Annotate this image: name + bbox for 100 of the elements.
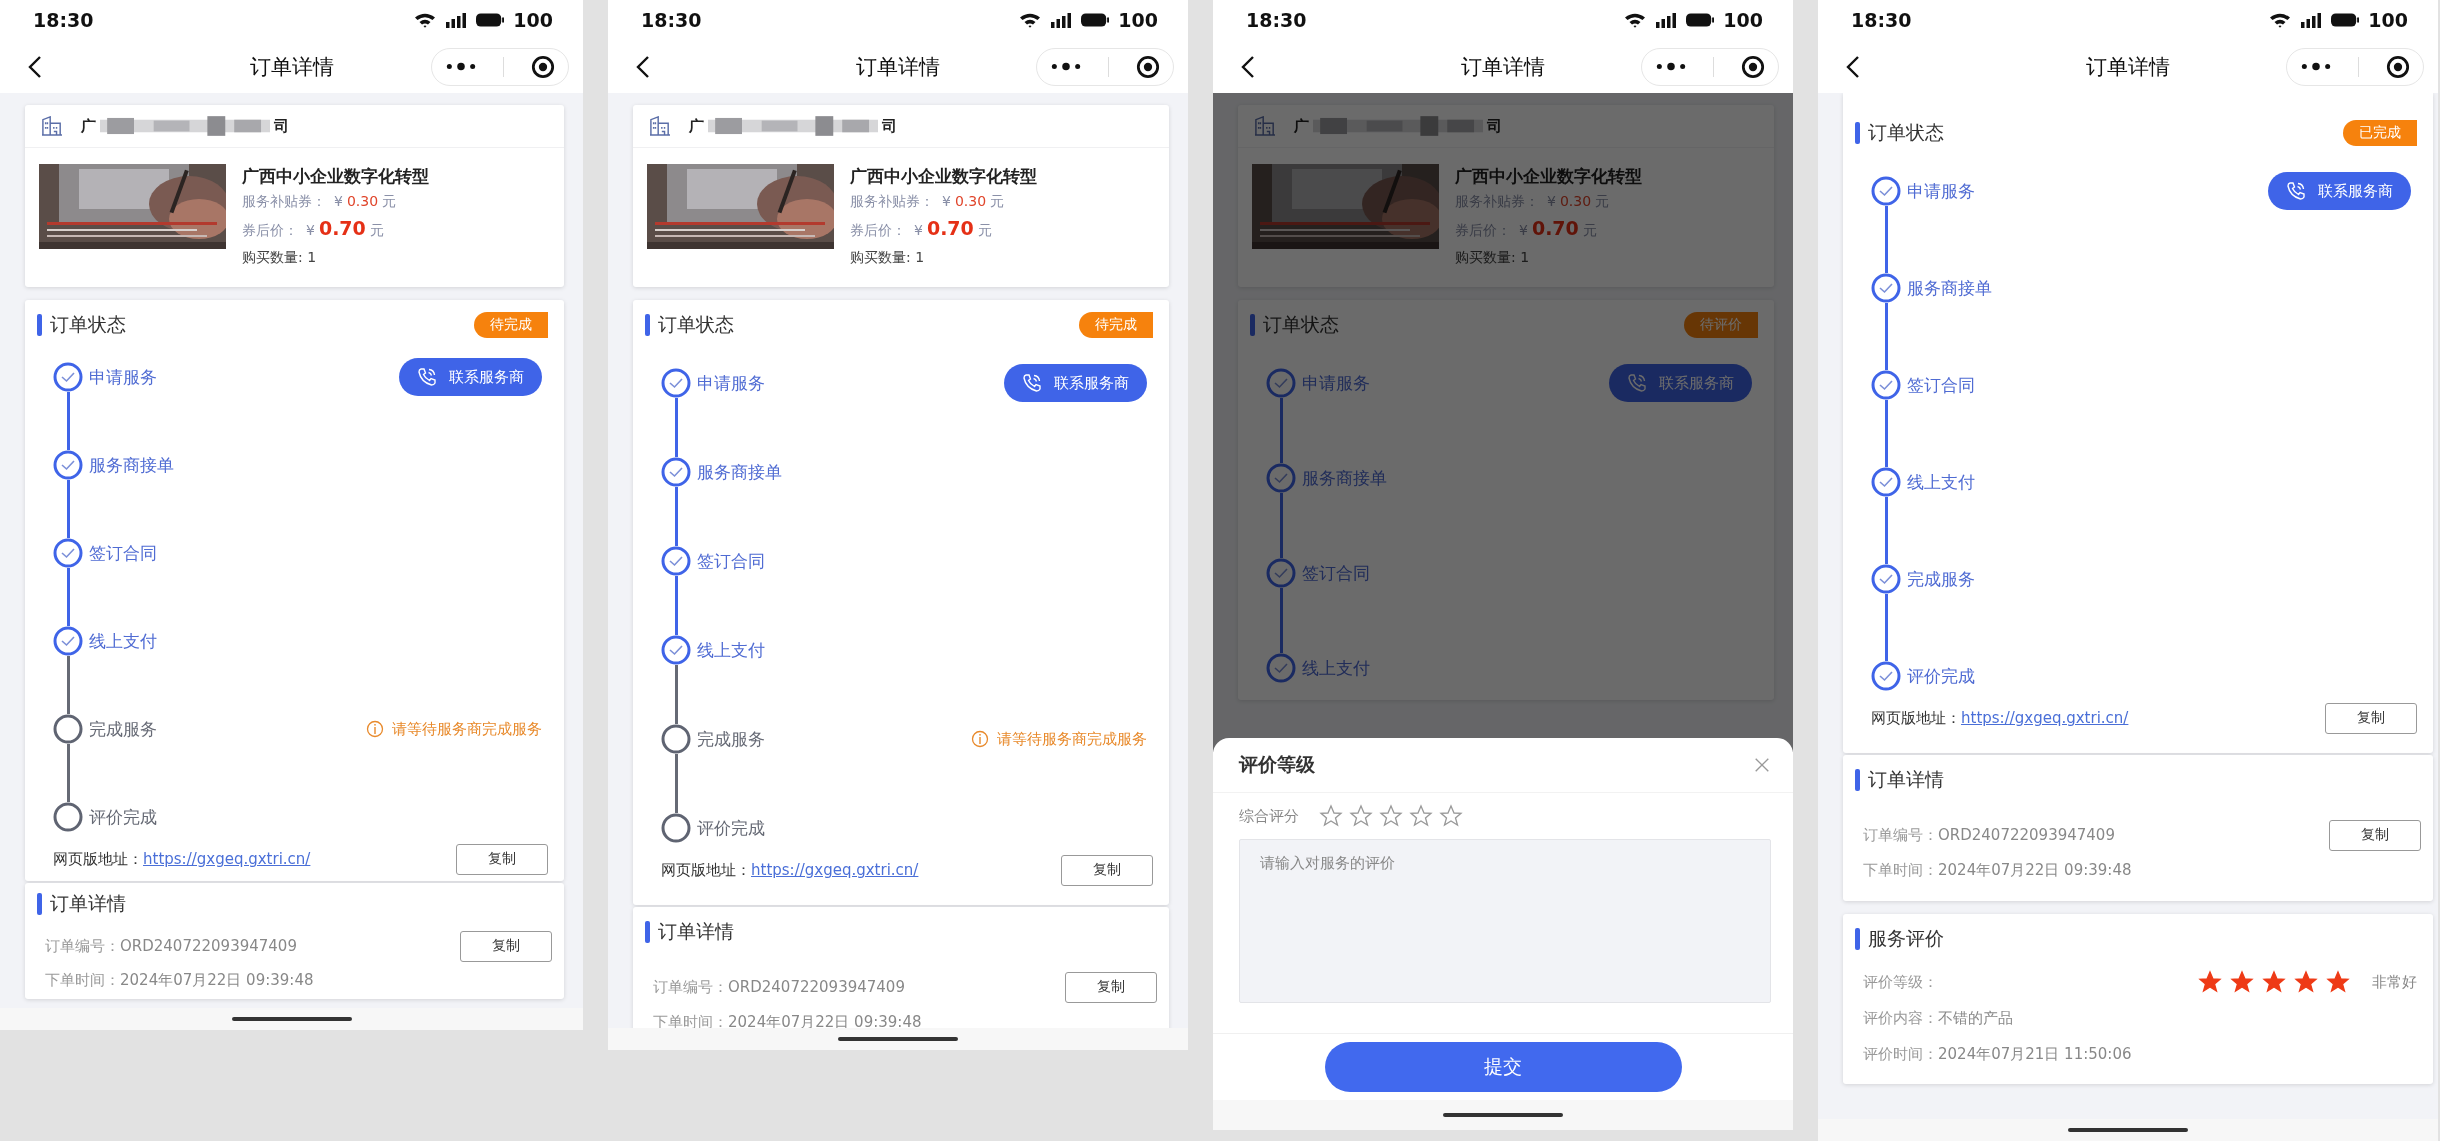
building-icon bbox=[649, 116, 671, 136]
page-title: 订单详情 bbox=[1461, 53, 1545, 81]
field-value: ORD240722093947409 bbox=[1938, 826, 2115, 844]
step-label: 线上支付 bbox=[697, 638, 765, 662]
back-icon[interactable] bbox=[28, 54, 42, 79]
price-label: 服务补贴券： bbox=[242, 192, 326, 211]
company-name: 广 bbox=[1294, 116, 1309, 136]
status-time: 18:30 bbox=[641, 9, 702, 31]
timeline-line bbox=[66, 392, 70, 450]
timeline-line bbox=[1884, 206, 1888, 273]
price-value: 0.70 bbox=[926, 216, 974, 241]
field-value: ORD240722093947409 bbox=[120, 937, 297, 955]
star-icon[interactable] bbox=[1409, 804, 1433, 828]
star-icon bbox=[2230, 970, 2254, 994]
star-icon[interactable] bbox=[1439, 804, 1463, 828]
company-name: 广 bbox=[81, 116, 96, 136]
copy-button[interactable]: 复制 bbox=[460, 930, 552, 962]
status-time: 18:30 bbox=[33, 9, 94, 31]
wifi-icon bbox=[2269, 12, 2292, 28]
step-label: 签订合同 bbox=[697, 549, 765, 573]
timeline-line bbox=[674, 754, 678, 813]
back-icon[interactable] bbox=[1241, 54, 1255, 79]
back-icon[interactable] bbox=[636, 54, 650, 79]
company-name: 司 bbox=[1487, 116, 1502, 136]
field-value: 2024年07月21日 11:50:06 bbox=[1938, 1044, 2132, 1064]
target-icon[interactable] bbox=[2385, 54, 2410, 79]
more-icon[interactable] bbox=[445, 62, 476, 71]
section-marker bbox=[645, 921, 650, 943]
price-value: 0.70 bbox=[1531, 216, 1579, 241]
page-title: 订单详情 bbox=[2086, 53, 2170, 81]
timeline-line bbox=[1279, 588, 1283, 653]
price-value: 0.70 bbox=[318, 216, 366, 241]
step-label: 申请服务 bbox=[1907, 179, 1975, 203]
section-title: 订单状态 bbox=[658, 312, 734, 337]
battery-icon bbox=[476, 13, 505, 27]
star-icon[interactable] bbox=[1379, 804, 1403, 828]
target-icon[interactable] bbox=[530, 54, 555, 79]
more-icon[interactable] bbox=[1050, 62, 1081, 71]
wifi-icon bbox=[1624, 12, 1647, 28]
star-icon bbox=[2294, 970, 2318, 994]
timeline-line bbox=[66, 480, 70, 538]
copy-button[interactable]: 复制 bbox=[2325, 702, 2417, 734]
star-icon[interactable] bbox=[1319, 804, 1343, 828]
timeline-line bbox=[1884, 594, 1888, 661]
battery-icon bbox=[1081, 13, 1110, 27]
close-icon[interactable] bbox=[1753, 756, 1771, 774]
target-icon[interactable] bbox=[1135, 54, 1160, 79]
status-badge: 待完成 bbox=[1079, 312, 1153, 338]
building-icon bbox=[1254, 116, 1276, 136]
quantity-text: 购买数量: 1 bbox=[242, 248, 318, 267]
contact-button[interactable]: 联系服务商 bbox=[1004, 364, 1147, 402]
currency-symbol: ¥ bbox=[306, 221, 315, 240]
timeline-line bbox=[674, 398, 678, 457]
copy-button[interactable]: 复制 bbox=[2329, 819, 2421, 851]
web-link[interactable]: https://gxgeq.gxtri.cn/ bbox=[143, 850, 311, 868]
status-badge: 待完成 bbox=[474, 312, 548, 338]
section-title: 订单详情 bbox=[1868, 767, 1944, 792]
wifi-icon bbox=[414, 12, 437, 28]
contact-button[interactable]: 联系服务商 bbox=[2268, 172, 2411, 210]
step-label: 服务商接单 bbox=[89, 453, 174, 477]
back-icon[interactable] bbox=[1846, 54, 1860, 79]
notice-text: 请等待服务商完成服务 bbox=[997, 729, 1147, 749]
star-icon[interactable] bbox=[1349, 804, 1373, 828]
field-value: ORD240722093947409 bbox=[728, 978, 905, 996]
battery-icon bbox=[2331, 13, 2360, 27]
copy-button[interactable]: 复制 bbox=[1065, 971, 1157, 1003]
status-badge: 已完成 bbox=[2343, 120, 2417, 146]
info-icon bbox=[971, 730, 989, 748]
field-label: 评价时间： bbox=[1863, 1044, 1938, 1064]
section-marker bbox=[1855, 122, 1860, 144]
contact-button[interactable]: 联系服务商 bbox=[1609, 364, 1752, 402]
page-title: 订单详情 bbox=[856, 53, 940, 81]
submit-button[interactable]: 提交 bbox=[1324, 1042, 1682, 1092]
more-icon[interactable] bbox=[1655, 62, 1686, 71]
step-label: 评价完成 bbox=[697, 816, 765, 840]
more-icon[interactable] bbox=[2300, 62, 2331, 71]
target-icon[interactable] bbox=[1740, 54, 1765, 79]
url-label: 网页版地址： bbox=[53, 849, 143, 869]
building-icon bbox=[41, 116, 63, 136]
url-label: 网页版地址： bbox=[1871, 708, 1961, 728]
timeline-line bbox=[674, 665, 678, 724]
comment-field[interactable]: 请输入对服务的评价 bbox=[1239, 839, 1771, 1003]
unit-label: 元 bbox=[977, 221, 992, 240]
step-label: 服务商接单 bbox=[1302, 466, 1387, 490]
copy-button[interactable]: 复制 bbox=[1061, 854, 1153, 886]
web-link[interactable]: https://gxgeq.gxtri.cn/ bbox=[751, 861, 919, 879]
web-link[interactable]: https://gxgeq.gxtri.cn/ bbox=[1961, 709, 2129, 727]
field-label: 评价内容： bbox=[1863, 1008, 1938, 1028]
battery-level: 100 bbox=[2368, 9, 2408, 31]
copy-button[interactable]: 复制 bbox=[456, 843, 548, 875]
contact-button[interactable]: 联系服务商 bbox=[399, 358, 542, 396]
field-label: 订单编号： bbox=[653, 977, 728, 997]
currency-symbol: ¥ bbox=[1547, 192, 1556, 211]
signal-icon bbox=[2300, 12, 2323, 28]
section-marker bbox=[1855, 769, 1860, 791]
step-label: 线上支付 bbox=[1907, 470, 1975, 494]
sheet-title: 评价等级 bbox=[1239, 752, 1315, 777]
signal-icon bbox=[1655, 12, 1678, 28]
timeline-line bbox=[1279, 398, 1283, 463]
step-label: 完成服务 bbox=[697, 727, 765, 751]
